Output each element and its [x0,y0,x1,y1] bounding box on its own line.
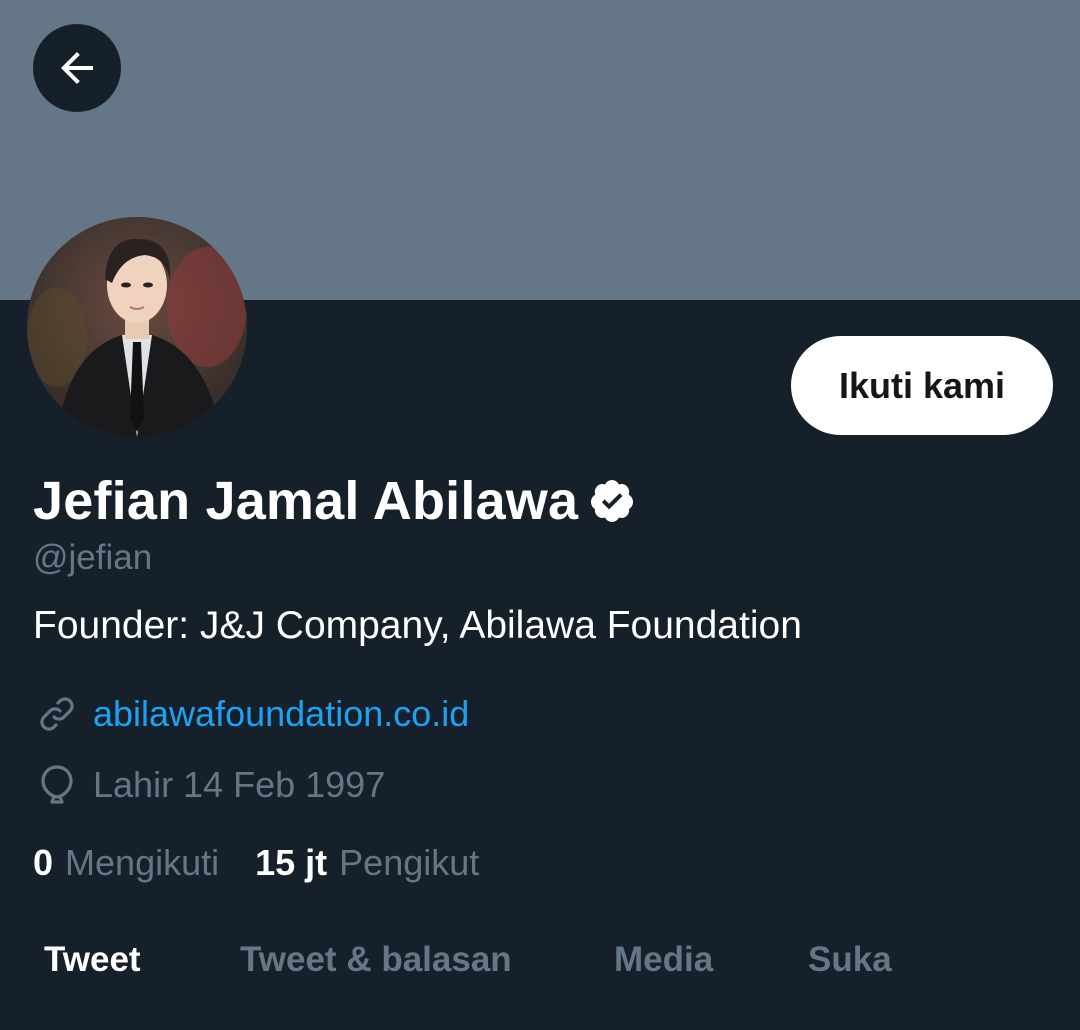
display-name: Jefian Jamal Abilawa [33,471,579,531]
following-count: 0 [33,842,54,883]
avatar-photo [27,217,247,437]
followers-stat[interactable]: 15 jt Pengikut [255,842,479,884]
follow-button[interactable]: Ikuti kami [791,336,1053,435]
birth-row: Lahir 14 Feb 1997 [33,761,385,809]
website-row: abilawafoundation.co.id [33,690,469,738]
following-stat[interactable]: 0 Mengikuti [33,842,219,884]
balloon-icon [41,765,73,804]
tab-likes[interactable]: Suka [808,940,892,980]
link-icon [40,697,74,731]
tab-tweet-replies[interactable]: Tweet & balasan [240,940,512,980]
following-label: Mengikuti [65,842,220,883]
birth-date: Lahir 14 Feb 1997 [93,764,386,805]
arrow-left-icon [61,52,93,84]
website-link[interactable]: abilawafoundation.co.id [93,693,469,735]
tab-media[interactable]: Media [614,940,713,980]
followers-label: Pengikut [339,842,480,883]
verified-badge-icon [591,480,634,522]
name-row: Jefian Jamal Abilawa [33,466,636,536]
back-button[interactable] [33,24,121,112]
follow-stats: 0 Mengikuti 15 jt Pengikut [33,842,479,884]
avatar[interactable] [27,217,247,437]
profile-tabs: Tweet Tweet & balasan Media Suka [0,940,1080,1010]
handle: @jefian [33,538,153,577]
profile-page: Ikuti kami Jefian Jamal Abilawa @jefian … [0,0,1080,1030]
bio: Founder: J&J Company, Abilawa Foundation [33,604,802,647]
followers-count: 15 jt [255,842,328,883]
tab-tweet[interactable]: Tweet [44,940,141,980]
